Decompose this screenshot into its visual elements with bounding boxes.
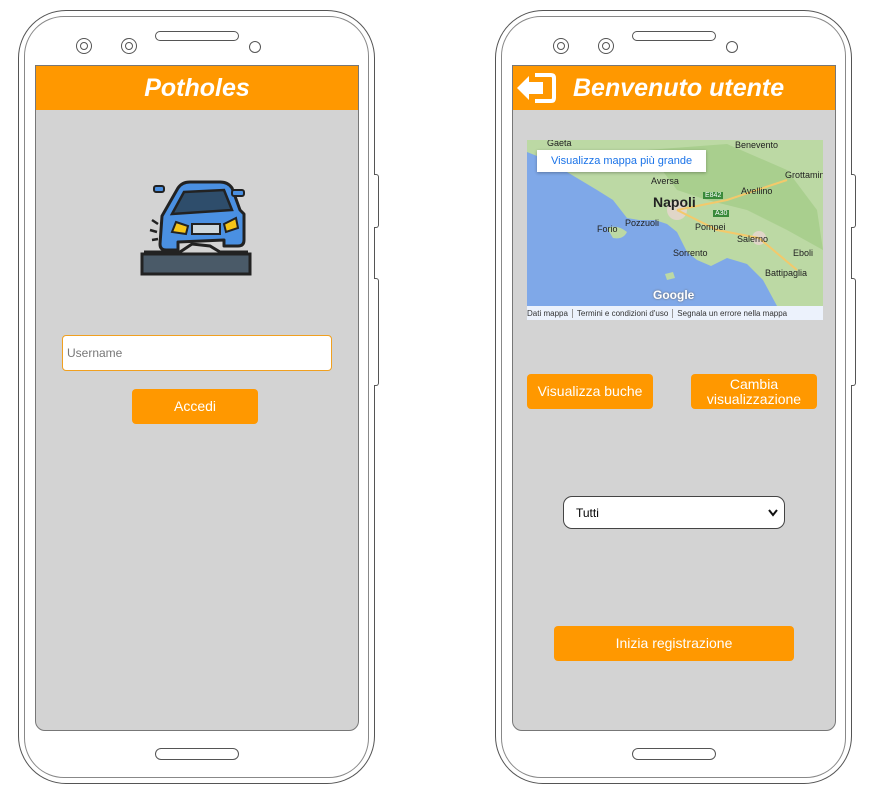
map-report-link[interactable]: Segnala un errore nella mappa (673, 309, 791, 318)
map-place-label: Benevento (735, 140, 779, 150)
volume-button (374, 278, 379, 386)
earpiece-speaker (155, 31, 239, 41)
filter-select-value: Tutti (576, 505, 599, 520)
map-place-label: Gaeta (547, 140, 572, 148)
page-title: Potholes (36, 66, 358, 110)
map-place-label: Grottamina (785, 170, 823, 180)
view-larger-map-link[interactable]: Visualizza mappa più grande (537, 150, 707, 172)
map-terms-link[interactable]: Termini e condizioni d'uso (573, 308, 674, 318)
power-button (374, 174, 379, 228)
map-place-label: Aversa (651, 176, 679, 186)
login-button[interactable]: Accedi (132, 389, 258, 424)
earpiece-speaker (632, 31, 716, 41)
change-view-button[interactable]: Cambia visualizzazione (691, 374, 817, 409)
phone-login: Potholes Username Accedi (18, 10, 379, 786)
road-label: A30 (713, 210, 730, 217)
volume-button (851, 278, 856, 386)
power-button (851, 174, 856, 228)
road-label: E842 (703, 192, 724, 199)
start-recording-button[interactable]: Inizia registrazione (554, 626, 794, 661)
map-place-label: Salerno (737, 234, 769, 244)
map-place-label: Battipaglia (765, 268, 808, 278)
home-screen: Benvenuto utente Visualizza mappa più gr… (512, 65, 836, 731)
map-place-label: Napoli (653, 194, 696, 210)
map-place-label: Sorrento (673, 248, 708, 258)
car-pothole-icon (140, 180, 252, 276)
map-place-label: Eboli (793, 248, 814, 258)
app-bar: Benvenuto utente (513, 66, 835, 110)
map-place-label: Forio (597, 224, 618, 234)
map-data-link[interactable]: Dati mappa (527, 308, 573, 318)
google-logo: Google (653, 288, 695, 302)
phone-home: Benvenuto utente Visualizza mappa più gr… (495, 10, 865, 786)
page-title: Benvenuto utente (573, 73, 785, 102)
chevron-down-icon (768, 509, 778, 517)
filter-select[interactable]: Tutti (563, 496, 785, 529)
map-footer: Dati mappa Termini e condizioni d'uso Se… (527, 306, 823, 320)
map-place-label: Pompei (695, 222, 726, 232)
logout-icon[interactable] (515, 72, 557, 104)
camera-icon (121, 38, 137, 54)
username-placeholder: Username (67, 346, 123, 360)
username-input[interactable]: Username (62, 335, 332, 371)
map-place-label: Avellino (741, 186, 773, 196)
login-screen: Potholes Username Accedi (35, 65, 359, 731)
home-bar[interactable] (632, 748, 716, 760)
proximity-sensor (249, 41, 261, 53)
camera-icon (76, 38, 92, 54)
view-potholes-button[interactable]: Visualizza buche (527, 374, 653, 409)
camera-icon (598, 38, 614, 54)
proximity-sensor (726, 41, 738, 53)
home-bar[interactable] (155, 748, 239, 760)
camera-icon (553, 38, 569, 54)
map-view[interactable]: Visualizza mappa più grande Gaeta Beneve… (527, 140, 823, 320)
map-place-label: Pozzuoli (625, 218, 660, 228)
